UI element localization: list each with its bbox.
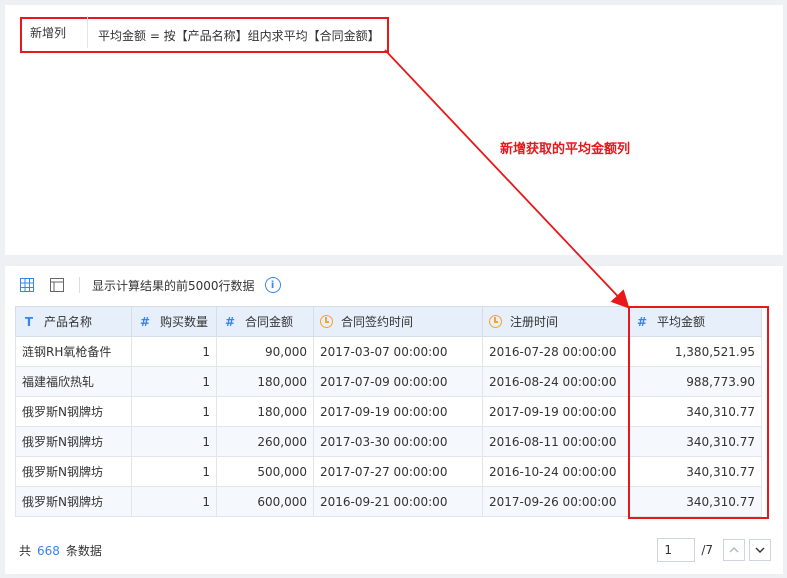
cell-average-amount: 988,773.90 (628, 366, 762, 397)
record-count: 共 668 条数据 (19, 543, 102, 559)
text-type-icon: T (24, 315, 34, 329)
toolbar-divider (79, 277, 80, 293)
table-header-row: T 产品名称 # 购买数量 # 合同金额 合同签约时间 注册时间 # 平均金额 (15, 306, 762, 337)
cell-average-amount: 340,310.77 (628, 426, 762, 457)
table-row: 俄罗斯N钢牌坊 1 600,000 2016-09-21 00:00:00 20… (15, 486, 762, 517)
info-icon[interactable]: i (264, 277, 281, 293)
table-row: 俄罗斯N钢牌坊 1 180,000 2017-09-19 00:00:00 20… (15, 396, 762, 427)
formula-box: 新增列 平均金额 = 按【产品名称】组内求平均【合同金额】 (20, 16, 389, 53)
cell-sign-time: 2016-09-21 00:00:00 (313, 486, 483, 517)
window-view-icon[interactable] (49, 277, 65, 293)
cell-product-name: 福建福欣热轧 (15, 366, 132, 397)
cell-register-time: 2016-08-24 00:00:00 (482, 366, 629, 397)
column-header-contract-amount[interactable]: # 合同金额 (216, 306, 314, 337)
table-row: 俄罗斯N钢牌坊 1 500,000 2017-07-27 00:00:00 20… (15, 456, 762, 487)
cell-sign-time: 2017-07-09 00:00:00 (313, 366, 483, 397)
column-header-product-name[interactable]: T 产品名称 (15, 306, 132, 337)
chevron-down-icon (755, 547, 765, 553)
cell-register-time: 2016-08-11 00:00:00 (482, 426, 629, 457)
cell-quantity: 1 (131, 486, 217, 517)
clock-icon (320, 315, 333, 328)
cell-contract-amount: 180,000 (216, 366, 314, 397)
cell-contract-amount: 260,000 (216, 426, 314, 457)
cell-average-amount: 340,310.77 (628, 456, 762, 487)
record-count-value: 668 (37, 543, 60, 558)
cell-average-amount: 1,380,521.95 (628, 336, 762, 367)
next-page-button[interactable] (749, 539, 771, 561)
column-header-quantity[interactable]: # 购买数量 (131, 306, 217, 337)
column-header-sign-time[interactable]: 合同签约时间 (313, 306, 483, 337)
cell-average-amount: 340,310.77 (628, 396, 762, 427)
formula-column-name: 新增列 (22, 16, 88, 48)
cell-product-name: 俄罗斯N钢牌坊 (15, 456, 132, 487)
cell-contract-amount: 500,000 (216, 456, 314, 487)
table-row: 涟钢RH氧枪备件 1 90,000 2017-03-07 00:00:00 20… (15, 336, 762, 367)
cell-register-time: 2016-07-28 00:00:00 (482, 336, 629, 367)
number-type-icon: # (224, 315, 236, 329)
table-row: 福建福欣热轧 1 180,000 2017-07-09 00:00:00 201… (15, 366, 762, 397)
cell-quantity: 1 (131, 396, 217, 427)
cell-product-name: 俄罗斯N钢牌坊 (15, 426, 132, 457)
cell-product-name: 涟钢RH氧枪备件 (15, 336, 132, 367)
cell-quantity: 1 (131, 456, 217, 487)
cell-contract-amount: 90,000 (216, 336, 314, 367)
table-view-icon[interactable] (19, 277, 35, 293)
clock-icon (489, 315, 502, 328)
cell-quantity: 1 (131, 366, 217, 397)
cell-sign-time: 2017-03-07 00:00:00 (313, 336, 483, 367)
number-type-icon: # (139, 315, 151, 329)
column-header-average-amount[interactable]: # 平均金额 (628, 306, 762, 337)
formula-expression: 平均金额 = 按【产品名称】组内求平均【合同金额】 (98, 28, 380, 43)
annotation-label: 新增获取的平均金额列 (500, 142, 631, 157)
cell-average-amount: 340,310.77 (628, 486, 762, 517)
cell-sign-time: 2017-07-27 00:00:00 (313, 456, 483, 487)
formula-panel: 新增列 平均金额 = 按【产品名称】组内求平均【合同金额】 (5, 5, 783, 255)
preview-panel: 显示计算结果的前5000行数据 i T 产品名称 # 购买数量 # 合同金额 合同签约… (5, 266, 783, 574)
cell-product-name: 俄罗斯N钢牌坊 (15, 486, 132, 517)
cell-register-time: 2017-09-26 00:00:00 (482, 486, 629, 517)
data-table: T 产品名称 # 购买数量 # 合同金额 合同签约时间 注册时间 # 平均金额 涟钢RH… (15, 306, 762, 517)
chevron-up-icon (729, 547, 739, 553)
cell-product-name: 俄罗斯N钢牌坊 (15, 396, 132, 427)
prev-page-button[interactable] (723, 539, 745, 561)
cell-quantity: 1 (131, 336, 217, 367)
column-header-register-time[interactable]: 注册时间 (482, 306, 629, 337)
cell-quantity: 1 (131, 426, 217, 457)
cell-register-time: 2016-10-24 00:00:00 (482, 456, 629, 487)
pagination: /7 (657, 538, 771, 562)
cell-contract-amount: 600,000 (216, 486, 314, 517)
cell-contract-amount: 180,000 (216, 396, 314, 427)
cell-sign-time: 2017-09-19 00:00:00 (313, 396, 483, 427)
page-total: /7 (701, 543, 713, 557)
result-limit-text: 显示计算结果的前5000行数据 (92, 278, 255, 293)
cell-sign-time: 2017-03-30 00:00:00 (313, 426, 483, 457)
number-type-icon: # (636, 315, 648, 329)
cell-register-time: 2017-09-19 00:00:00 (482, 396, 629, 427)
page-number-input[interactable] (657, 538, 696, 562)
preview-toolbar: 显示计算结果的前5000行数据 i (5, 266, 783, 304)
table-row: 俄罗斯N钢牌坊 1 260,000 2017-03-30 00:00:00 20… (15, 426, 762, 457)
